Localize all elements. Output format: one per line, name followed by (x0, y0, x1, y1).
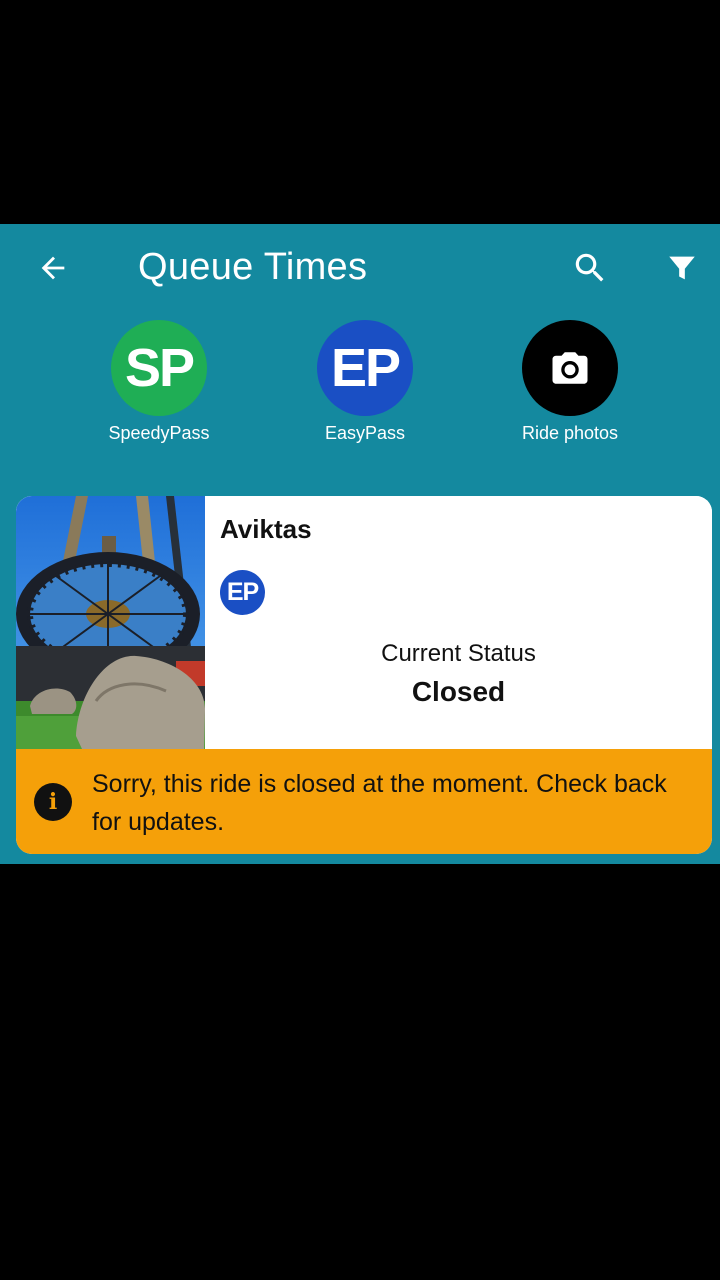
notice-text: Sorry, this ride is closed at the moment… (92, 770, 667, 836)
arrow-left-icon (41, 256, 65, 280)
ride-card[interactable]: Aviktas EP Current Status Closed i Sorry… (16, 496, 712, 854)
status-value: Closed (411, 676, 506, 707)
closed-notice: i Sorry, this ride is closed at the mome… (16, 749, 712, 854)
ride-card-header: Aviktas EP Current Status Closed (16, 496, 712, 749)
speedypass-logo: SP (111, 320, 207, 416)
ride-photos-button[interactable]: Ride photos (490, 320, 650, 444)
search-icon (575, 253, 604, 282)
ride-photos-label: Ride photos (521, 423, 619, 443)
filter-button[interactable] (658, 246, 706, 290)
speedypass-button[interactable]: SP SpeedyPass (79, 320, 239, 444)
easypass-badge: EP (220, 570, 265, 615)
filter-icon (669, 256, 695, 280)
ride-photos-circle (522, 320, 618, 416)
ride-name: Aviktas (220, 514, 312, 544)
easypass-logo: EP (317, 320, 413, 416)
easypass-label: EasyPass (324, 423, 406, 443)
camera-icon (552, 352, 588, 384)
status-label: Current Status (381, 640, 536, 667)
ride-image (16, 496, 205, 749)
speedypass-label: SpeedyPass (108, 423, 210, 443)
page-title: Queue Times (138, 246, 368, 288)
search-button[interactable] (566, 246, 614, 290)
easypass-button[interactable]: EP EasyPass (285, 320, 445, 444)
back-button[interactable] (30, 246, 76, 290)
info-icon: i (34, 783, 72, 821)
